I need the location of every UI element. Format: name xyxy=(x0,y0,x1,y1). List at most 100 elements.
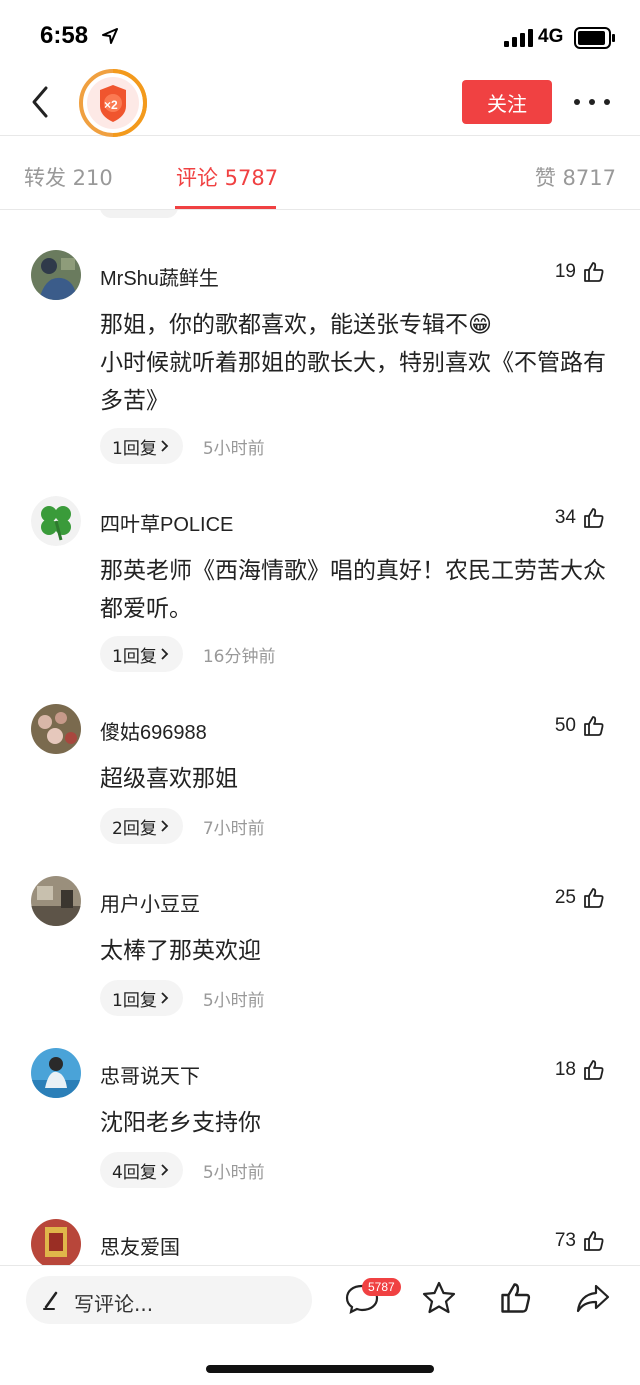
like-button[interactable]: 25 xyxy=(555,886,606,910)
tab-bar: 转发 210 评论 5787 赞 8717 xyxy=(0,136,640,210)
cellular-signal-icon xyxy=(504,29,533,47)
reply-pill-partial xyxy=(100,210,178,218)
grin-emoji-icon: 😁 xyxy=(468,312,492,338)
thumbs-up-like-icon[interactable] xyxy=(498,1280,534,1316)
thumbs-up-icon xyxy=(584,262,604,282)
avatar-badge-text: ×2 xyxy=(104,98,118,112)
like-button[interactable]: 19 xyxy=(555,260,606,284)
comment-text: 沈阳老乡支持你 xyxy=(100,1110,261,1136)
like-count: 18 xyxy=(554,1059,576,1080)
network-type: 4G xyxy=(538,26,564,47)
beach-avatar-icon xyxy=(31,1048,81,1098)
tab-likes[interactable]: 赞 8717 xyxy=(535,162,616,192)
back-button[interactable] xyxy=(22,80,62,124)
avatar[interactable] xyxy=(31,250,81,300)
comment-time: 5小时前 xyxy=(202,990,265,1011)
comment-count-badge: 5787 xyxy=(362,1278,401,1296)
comment-meta: 4回复 5小时前 xyxy=(100,1152,265,1188)
avatar[interactable] xyxy=(31,704,81,754)
comment-time: 5小时前 xyxy=(202,438,265,459)
chevron-right-icon xyxy=(161,440,169,452)
like-button[interactable]: 50 xyxy=(555,714,606,738)
home-indicator xyxy=(206,1365,434,1373)
like-button[interactable]: 18 xyxy=(555,1058,606,1082)
like-button[interactable]: 73 xyxy=(555,1229,606,1253)
active-tab-indicator xyxy=(175,206,276,209)
replies-button[interactable]: 2回复 xyxy=(100,808,183,844)
comment-text: 超级喜欢那姐 xyxy=(100,766,238,792)
replies-button[interactable]: 1回复 xyxy=(100,428,183,464)
thumbs-up-icon xyxy=(584,888,604,908)
avatar[interactable] xyxy=(31,1219,81,1265)
more-dot-icon xyxy=(589,99,595,105)
replies-button[interactable]: 1回复 xyxy=(100,636,183,672)
avatar[interactable] xyxy=(31,496,81,546)
chevron-right-icon xyxy=(161,648,169,660)
comment-line: 小时候就听着那姐的歌长大，特别喜欢《不管路有多苦》 xyxy=(100,350,606,414)
thumbs-up-icon xyxy=(584,1060,604,1080)
bottom-action-bar: 写评论... 5787 xyxy=(0,1265,640,1385)
comment-text: 那英老师《西海情歌》唱的真好！农民工劳苦大众都爱听。 xyxy=(100,558,606,622)
share-arrow-icon[interactable] xyxy=(574,1280,612,1316)
room-photo-avatar-icon xyxy=(31,876,81,926)
comment-username[interactable]: 忠哥说天下 xyxy=(100,1060,200,1089)
reply-count: 4回复 xyxy=(112,1162,157,1183)
author-avatar[interactable]: ×2 xyxy=(78,68,148,138)
tab-reposts[interactable]: 转发 210 xyxy=(24,162,113,192)
flower-avatar-icon xyxy=(31,704,81,754)
write-comment-placeholder: 写评论... xyxy=(74,1292,154,1316)
like-count: 73 xyxy=(554,1230,576,1251)
comment-username[interactable]: 用户小豆豆 xyxy=(100,888,200,917)
chevron-right-icon xyxy=(161,992,169,1004)
avatar[interactable] xyxy=(31,876,81,926)
reply-count: 2回复 xyxy=(112,818,157,839)
write-comment-input[interactable]: 写评论... xyxy=(26,1276,312,1324)
comment-username[interactable]: MrShu蔬鲜生 xyxy=(100,262,219,291)
follow-button[interactable]: 关注 xyxy=(462,80,552,124)
comment-meta: 1回复 5小时前 xyxy=(100,980,265,1016)
battery-icon xyxy=(574,27,615,49)
more-dot-icon xyxy=(574,99,580,105)
comment-meta: 1回复 5小时前 xyxy=(100,428,265,464)
status-time: 6:58 xyxy=(40,22,89,49)
nav-bar: ×2 关注 xyxy=(0,66,640,138)
comment-meta: 1回复 16分钟前 xyxy=(100,636,275,672)
like-count: 19 xyxy=(554,261,576,282)
back-chevron-icon xyxy=(32,86,48,118)
thumbs-up-icon xyxy=(584,1231,604,1251)
comment-text: 太棒了那英欢迎 xyxy=(100,938,261,964)
user-avatar-icon xyxy=(31,250,81,300)
chevron-right-icon xyxy=(161,1164,169,1176)
comment-time: 5小时前 xyxy=(202,1162,265,1183)
like-count: 50 xyxy=(554,715,576,736)
avatar[interactable] xyxy=(31,1048,81,1098)
replies-button[interactable]: 4回复 xyxy=(100,1152,183,1188)
comment-username[interactable]: 傻姑696988 xyxy=(100,716,207,745)
thumbs-up-icon xyxy=(584,716,604,736)
comment-text: 那姐，你的歌都喜欢，能送张专辑不😁 小时候就听着那姐的歌长大，特别喜欢《不管路有… xyxy=(100,306,610,420)
like-count: 25 xyxy=(554,887,576,908)
comment-line: 那姐，你的歌都喜欢，能送张专辑不😁 xyxy=(100,312,492,338)
more-dot-icon xyxy=(604,99,610,105)
comment-time: 16分钟前 xyxy=(202,646,276,667)
red-photo-avatar-icon xyxy=(31,1219,81,1265)
comment-username[interactable]: 思友爱国 xyxy=(100,1231,180,1260)
reply-count: 1回复 xyxy=(112,646,157,667)
comment-time: 7小时前 xyxy=(202,818,265,839)
reply-count: 1回复 xyxy=(112,990,157,1011)
more-options-button[interactable] xyxy=(574,90,610,114)
chevron-right-icon xyxy=(161,820,169,832)
thumbs-up-icon xyxy=(584,508,604,528)
location-arrow-icon xyxy=(102,28,118,44)
comment-username[interactable]: 四叶草POLICE xyxy=(100,508,233,537)
comment-list: MrShu蔬鲜生 19 那姐，你的歌都喜欢，能送张专辑不😁 小时候就听着那姐的歌… xyxy=(0,210,640,1265)
comment-meta: 2回复 7小时前 xyxy=(100,808,265,844)
tab-comments[interactable]: 评论 5787 xyxy=(176,162,278,192)
four-leaf-clover-avatar-icon xyxy=(31,496,81,546)
like-button[interactable]: 34 xyxy=(555,506,606,530)
reply-count: 1回复 xyxy=(112,438,157,459)
pencil-icon xyxy=(43,1291,58,1310)
replies-button[interactable]: 1回复 xyxy=(100,980,183,1016)
status-bar: 6:58 4G xyxy=(0,0,640,66)
star-favorite-icon[interactable] xyxy=(420,1280,458,1316)
